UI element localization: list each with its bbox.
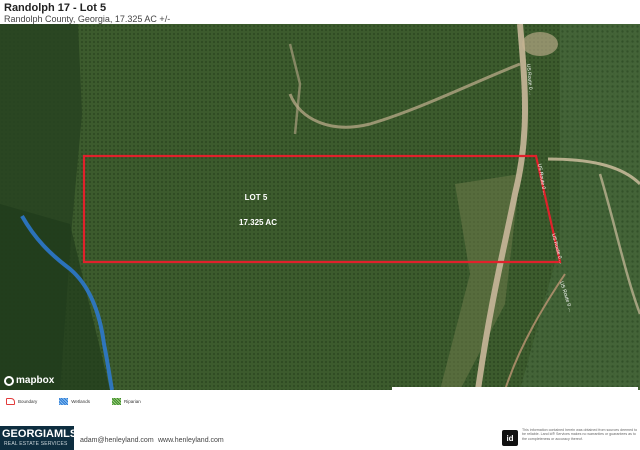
brand-name: GEORGIAMLS bbox=[2, 428, 78, 440]
page-title: Randolph 17 - Lot 5 bbox=[4, 2, 107, 14]
legend-label: Riparian bbox=[123, 398, 141, 404]
georgia-mls-logo: GEORGIAMLS REAL ESTATE SERVICES bbox=[0, 426, 78, 450]
legend-label: Wetlands bbox=[71, 398, 90, 404]
land-id-logo: id bbox=[502, 430, 518, 446]
mapbox-wordmark: mapbox bbox=[16, 375, 55, 386]
legend-item-wetlands: Wetlands bbox=[59, 397, 90, 405]
page-footer: GEORGIAMLS REAL ESTATE SERVICES adam@hen… bbox=[0, 426, 640, 450]
parcel-area: 17.325 AC bbox=[239, 218, 277, 227]
legend-label: Boundary bbox=[18, 398, 38, 404]
disclaimer-text: This information contained herein was ob… bbox=[522, 428, 638, 441]
parcel-label: LOT 5 bbox=[245, 193, 268, 202]
mapbox-attribution[interactable]: mapbox bbox=[4, 375, 54, 386]
map-legend: Boundary Wetlands Riparian bbox=[0, 390, 640, 412]
legend-item-riparian: Riparian bbox=[111, 397, 141, 405]
riparian-swatch-icon bbox=[111, 397, 121, 405]
clearing bbox=[522, 32, 558, 56]
satellite-map[interactable]: US Route 0 ... US Route 0 ... US Route 0… bbox=[0, 24, 640, 390]
mapbox-icon bbox=[4, 375, 14, 386]
wetlands-swatch-icon bbox=[59, 397, 69, 405]
map-header: Randolph 17 - Lot 5 Randolph County, Geo… bbox=[4, 2, 634, 24]
boundary-swatch-icon bbox=[6, 397, 15, 405]
map-canvas: US Route 0 ... US Route 0 ... US Route 0… bbox=[0, 24, 640, 390]
website-link[interactable]: www.henleyland.com bbox=[158, 437, 224, 444]
brand-tag: REAL ESTATE SERVICES bbox=[4, 441, 68, 447]
legend-item-boundary: Boundary bbox=[6, 397, 38, 405]
contact-email[interactable]: adam@henleyland.com bbox=[80, 437, 154, 444]
badge-text: id bbox=[506, 433, 514, 443]
